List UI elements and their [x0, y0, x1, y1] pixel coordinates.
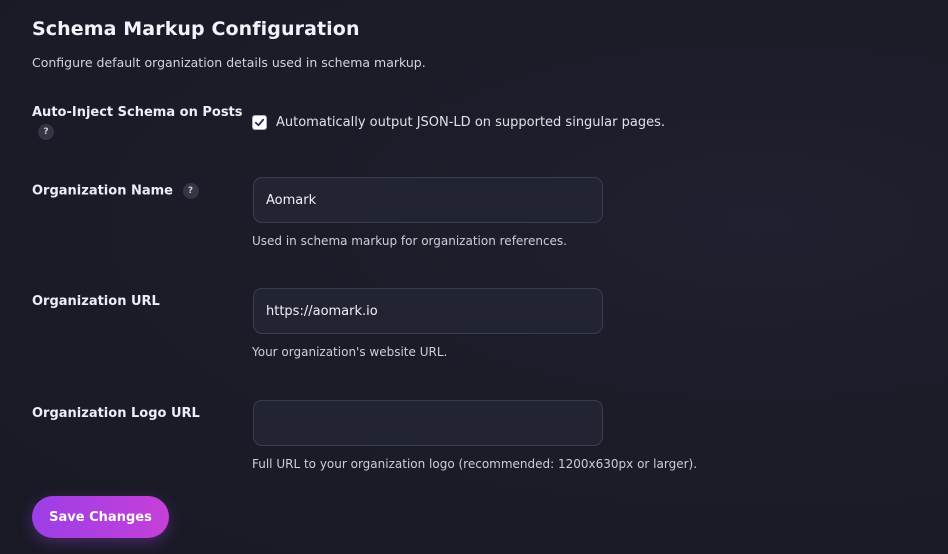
auto-inject-checkbox-label[interactable]: Automatically output JSON-LD on supporte…: [276, 115, 665, 130]
auto-inject-option: Automatically output JSON-LD on supporte…: [252, 115, 665, 130]
org-logo-label: Organization Logo URL: [32, 406, 200, 421]
org-name-label: Organization Name: [32, 183, 173, 199]
org-url-input[interactable]: [253, 288, 603, 334]
org-name-hint: Used in schema markup for organization r…: [252, 234, 567, 248]
auto-inject-label-group: Auto-Inject Schema on Posts ?: [32, 105, 243, 140]
save-changes-button[interactable]: Save Changes: [32, 496, 169, 538]
checkmark-icon: [254, 118, 265, 127]
auto-inject-checkbox[interactable]: [252, 115, 267, 130]
org-name-input[interactable]: [253, 177, 603, 223]
org-url-label: Organization URL: [32, 294, 160, 309]
help-icon[interactable]: ?: [38, 124, 54, 140]
auto-inject-label: Auto-Inject Schema on Posts: [32, 105, 243, 120]
org-logo-hint: Full URL to your organization logo (reco…: [252, 457, 698, 471]
page-title: Schema Markup Configuration: [32, 18, 360, 40]
org-url-hint: Your organization's website URL.: [252, 345, 448, 359]
help-icon[interactable]: ?: [182, 183, 199, 199]
org-logo-input[interactable]: [253, 400, 603, 446]
page-subtitle: Configure default organization details u…: [32, 55, 426, 70]
org-name-label-group: Organization Name ?: [32, 183, 199, 199]
